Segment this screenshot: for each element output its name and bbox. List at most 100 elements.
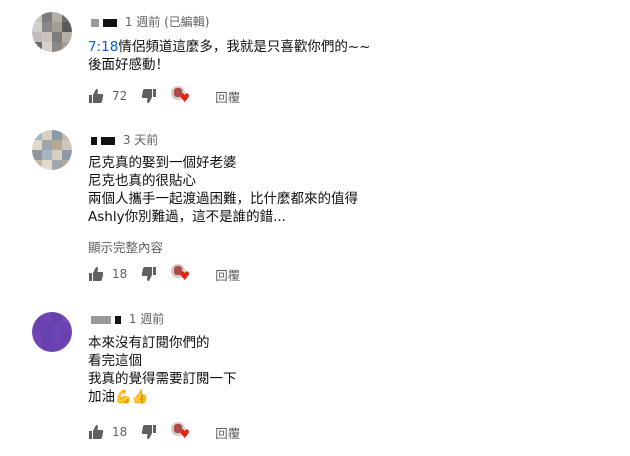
- like-button[interactable]: [88, 88, 104, 104]
- avatar-pixel: [42, 12, 52, 22]
- creator-heart-icon: ♥: [171, 422, 193, 442]
- avatar-pixel: [62, 150, 72, 160]
- redacted-username: [91, 315, 111, 324]
- comment-actions: 18 ♥ 回覆: [88, 422, 240, 442]
- dislike-button[interactable]: [141, 88, 157, 104]
- avatar-pixel: [42, 42, 52, 52]
- emoji-text: 💪👍: [115, 389, 149, 405]
- thumb-down-icon: [142, 89, 157, 103]
- avatar-pixel: [52, 312, 62, 322]
- comment-text: 7:18情侶頻道這麼多，我就是只喜歡你們的~~ 後面好感動！: [88, 38, 370, 74]
- comment-line: 加油: [88, 389, 115, 405]
- avatar-pixel: [32, 140, 42, 150]
- comment-line: 情侶頻道這麼多，我就是只喜歡你們的~~: [118, 39, 371, 55]
- avatar-pixel: [52, 32, 62, 42]
- creator-heart-icon: ♥: [171, 86, 193, 106]
- like-button[interactable]: [88, 424, 104, 440]
- comment-text: 本來沒有訂閱你們的 看完這個 我真的覺得需要訂閱一下 加油💪👍: [88, 334, 237, 406]
- avatar-pixel: [42, 160, 52, 170]
- comment-meta: 3 天前: [91, 131, 158, 148]
- comment-meta: 1 週前 (已編輯): [91, 13, 209, 30]
- avatar-pixel: [32, 12, 42, 22]
- avatar-pixel: [62, 22, 72, 32]
- avatar-pixel: [62, 12, 72, 22]
- avatar-pixel: [52, 332, 62, 342]
- avatar-pixel: [52, 42, 62, 52]
- avatar-pixel: [42, 322, 52, 332]
- redacted-username: [101, 136, 115, 145]
- like-count: 18: [112, 267, 128, 281]
- avatar-pixel: [62, 130, 72, 140]
- avatar-pixel: [62, 322, 72, 332]
- comment-line: 看完這個: [88, 353, 142, 369]
- avatar-pixel: [62, 42, 72, 52]
- thumb-up-icon: [89, 267, 104, 281]
- avatar-pixel: [62, 332, 72, 342]
- timestamp-link[interactable]: 7:18: [88, 39, 118, 55]
- avatar-pixel: [52, 322, 62, 332]
- avatar-pixel: [32, 130, 42, 140]
- commenter-avatar[interactable]: [32, 12, 72, 52]
- avatar-pixel: [42, 312, 52, 322]
- avatar-pixel: [52, 342, 62, 352]
- comment-time[interactable]: 3 天前: [123, 133, 158, 147]
- comment-text: 尼克真的娶到一個好老婆 尼克也真的很貼心 兩個人攜手一起渡過困難，比什麼都來的值…: [88, 154, 358, 226]
- avatar-pixel: [52, 140, 62, 150]
- like-count: 72: [112, 89, 128, 103]
- avatar-pixel: [42, 150, 52, 160]
- avatar-pixel: [42, 32, 52, 42]
- commenter-avatar[interactable]: [32, 312, 72, 352]
- avatar-pixel: [62, 32, 72, 42]
- like-button[interactable]: [88, 266, 104, 282]
- creator-heart-icon: ♥: [171, 264, 193, 284]
- avatar-pixel: [42, 342, 52, 352]
- avatar-pixel: [32, 332, 42, 342]
- avatar-pixel: [52, 160, 62, 170]
- avatar-pixel: [52, 130, 62, 140]
- commenter-avatar[interactable]: [32, 130, 72, 170]
- avatar-pixel: [52, 22, 62, 32]
- avatar-pixel: [32, 150, 42, 160]
- redacted-username: [115, 315, 121, 324]
- reply-button[interactable]: 回覆: [215, 265, 240, 284]
- comment-line: 後面好感動！: [88, 57, 169, 73]
- reply-button[interactable]: 回覆: [215, 87, 240, 106]
- comment-time[interactable]: 1 週前: [129, 312, 164, 326]
- avatar-pixel: [32, 22, 42, 32]
- avatar-pixel: [42, 22, 52, 32]
- comment-actions: 18 ♥ 回覆: [88, 264, 240, 284]
- avatar-pixel: [52, 150, 62, 160]
- reply-button[interactable]: 回覆: [215, 423, 240, 442]
- avatar-pixel: [62, 342, 72, 352]
- dislike-button[interactable]: [141, 266, 157, 282]
- avatar-pixel: [32, 342, 42, 352]
- avatar-pixel: [62, 312, 72, 322]
- comment-time[interactable]: 1 週前: [125, 15, 160, 29]
- show-more-link[interactable]: 顯示完整內容: [88, 237, 163, 256]
- comment-line: 尼克真的娶到一個好老婆: [88, 155, 237, 171]
- avatar-pixel: [32, 42, 42, 52]
- avatar-pixel: [32, 32, 42, 42]
- comment-line: 我真的覺得需要訂閱一下: [88, 371, 237, 387]
- avatar-pixel: [42, 140, 52, 150]
- thumb-down-icon: [142, 425, 157, 439]
- edited-label: (已編輯): [164, 15, 210, 29]
- comment-line: Ashly你別難過，這不是誰的錯...: [88, 209, 286, 225]
- avatar-pixel: [32, 322, 42, 332]
- redacted-username: [91, 136, 97, 145]
- redacted-username: [103, 18, 117, 27]
- like-count: 18: [112, 425, 128, 439]
- thumb-down-icon: [142, 267, 157, 281]
- thumb-up-icon: [89, 425, 104, 439]
- redacted-username: [91, 18, 99, 27]
- comment-line: 尼克也真的很貼心: [88, 173, 196, 189]
- comment-actions: 72 ♥ 回覆: [88, 86, 240, 106]
- thumb-up-icon: [89, 89, 104, 103]
- comment-meta: 1 週前: [91, 310, 164, 327]
- comment-line: 兩個人攜手一起渡過困難，比什麼都來的值得: [88, 191, 358, 207]
- avatar-pixel: [62, 160, 72, 170]
- avatar-pixel: [42, 130, 52, 140]
- avatar-pixel: [42, 332, 52, 342]
- avatar-pixel: [32, 312, 42, 322]
- dislike-button[interactable]: [141, 424, 157, 440]
